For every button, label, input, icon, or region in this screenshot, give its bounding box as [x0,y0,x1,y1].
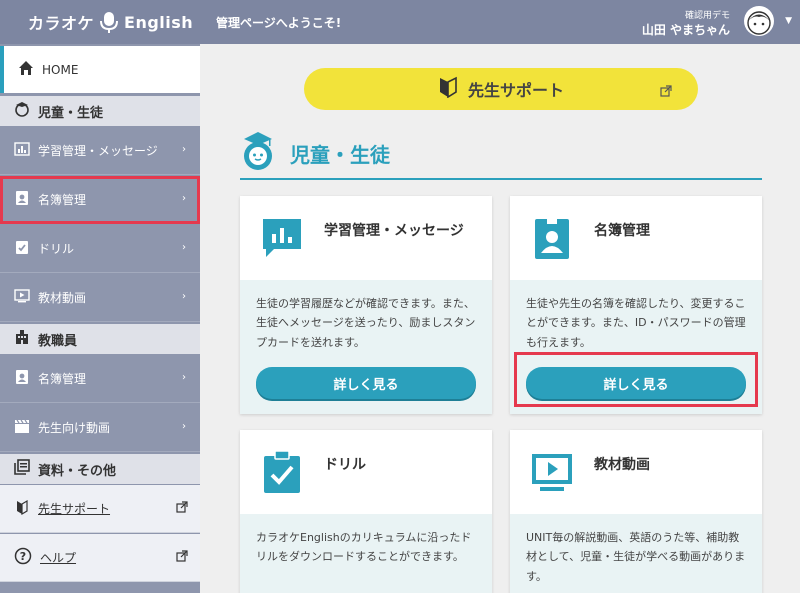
chevron-down-icon[interactable]: ▼ [785,16,792,26]
card-description: UNIT毎の解説動画、英語のうた等、補助教材として、児童・生徒が学べる動画があり… [526,531,746,583]
sidebar-item-label: 名簿管理 [38,372,87,386]
sidebar-item-teacher-support[interactable]: 先生サポート [0,485,200,533]
card-description: 生徒や先生の名簿を確認したり、変更することができます。また、ID・パスワードの管… [526,297,746,349]
chevron-right-icon: › [182,372,186,383]
logo-text-right: English [124,12,194,32]
sidebar-section-resources: 資料・その他 [0,454,200,484]
sidebar-item-roster-staff[interactable]: 名簿管理 › [0,355,200,403]
chevron-right-icon: › [182,421,186,432]
section-header-students: 児童・生徒 [240,128,762,180]
card-title: 教材動画 [594,457,650,473]
svg-text:?: ? [20,550,26,563]
chevron-right-icon: › [182,144,186,155]
card-videos: 教材動画 UNIT毎の解説動画、英語のうた等、補助教材として、児童・生徒が学べる… [510,430,762,593]
card-description: カラオケEnglishのカリキュラムに沿ったドリルをダウンロードすることができま… [256,531,472,564]
video-icon [14,288,30,307]
chevron-right-icon: › [182,193,186,204]
external-link-icon [660,82,672,101]
help-icon: ? [14,547,32,568]
microphone-icon [98,10,120,34]
details-button[interactable]: 詳しく見る [256,367,476,399]
card-header: ドリル [240,430,492,514]
checklist-icon [260,450,304,494]
sidebar-item-videos[interactable]: 教材動画 › [0,274,200,322]
student-icon [240,130,276,176]
student-icon [14,101,30,121]
chevron-right-icon: › [182,291,186,302]
building-icon [14,329,30,349]
chevron-right-icon: › [182,242,186,253]
sidebar-item-label: ヘルプ [40,551,77,565]
sidebar-item-teacher-videos[interactable]: 先生向け動画 › [0,404,200,452]
sidebar-item-label: 先生サポート [38,502,111,516]
external-link-icon [176,501,188,516]
sidebar-item-label: 教材動画 [38,291,87,305]
beginner-leaf-icon [14,499,30,518]
card-learning-messages: 学習管理・メッセージ 生徒の学習履歴などが確認できます。また、生徒へメッセージを… [240,196,492,414]
welcome-text: 管理ページへようこそ! [216,16,342,30]
id-badge-icon [14,190,30,209]
chat-chart-icon [260,216,304,260]
main-content: 先生サポート 児童・生徒 学習管理・メッセージ 生徒の学習履歴などが確認できます… [200,44,800,593]
sidebar-item-learning-messages[interactable]: 学習管理・メッセージ › [0,127,200,175]
sidebar-item-label: 学習管理・メッセージ [38,144,158,158]
user-subtitle: 確認用デモ [684,11,730,21]
avatar[interactable] [744,6,774,36]
id-badge-icon [14,369,30,388]
sidebar-section-staff: 教職員 [0,324,200,354]
card-description: 生徒の学習履歴などが確認できます。また、生徒へメッセージを送ったり、励ましスタン… [256,297,476,349]
user-info: 確認用デモ 山田 やまちゃん [642,8,730,38]
sidebar-section-students: 児童・生徒 [0,96,200,126]
sidebar-section-title: 児童・生徒 [38,105,104,121]
home-icon [18,60,34,79]
library-icon [14,459,30,479]
sidebar-item-drill[interactable]: ドリル › [0,225,200,273]
app-logo[interactable]: カラオケ English [0,0,200,44]
card-header: 教材動画 [510,430,762,514]
card-title: ドリル [324,457,366,473]
beginner-leaf-icon [438,76,458,102]
logo-text-left: カラオケ [28,14,95,33]
card-drill: ドリル カラオケEnglishのカリキュラムに沿ったドリルをダウンロードすること… [240,430,492,593]
chart-icon [14,141,30,160]
card-title: 学習管理・メッセージ [324,223,464,239]
id-badge-icon [530,216,574,260]
sidebar: カラオケ English HOME 児童・生徒 学習管理・メッセージ › 名簿管… [0,0,200,593]
sidebar-item-label: 名簿管理 [38,193,87,207]
section-title: 児童・生徒 [290,142,390,167]
clapperboard-icon [14,418,30,437]
teacher-support-button[interactable]: 先生サポート [304,68,698,110]
external-link-icon [176,550,188,565]
sidebar-item-help[interactable]: ? ヘルプ [0,534,200,582]
sidebar-item-label: HOME [42,62,79,77]
sidebar-item-home[interactable]: HOME [0,46,200,93]
card-title: 名簿管理 [594,223,650,239]
checklist-icon [14,239,30,258]
user-name: 山田 やまちゃん [641,23,730,37]
sidebar-item-roster-students[interactable]: 名簿管理 › [0,176,200,224]
sidebar-item-label: 先生向け動画 [38,421,111,435]
sidebar-section-title: 教職員 [38,333,78,349]
teacher-support-label: 先生サポート [467,81,564,100]
video-player-icon [530,450,574,494]
card-header: 名簿管理 [510,196,762,280]
card-header: 学習管理・メッセージ [240,196,492,280]
top-header: 管理ページへようこそ! 確認用デモ 山田 やまちゃん ▼ [200,0,800,44]
highlight-box [514,352,758,407]
sidebar-item-label: ドリル [38,242,75,256]
sidebar-section-title: 資料・その他 [38,463,117,479]
